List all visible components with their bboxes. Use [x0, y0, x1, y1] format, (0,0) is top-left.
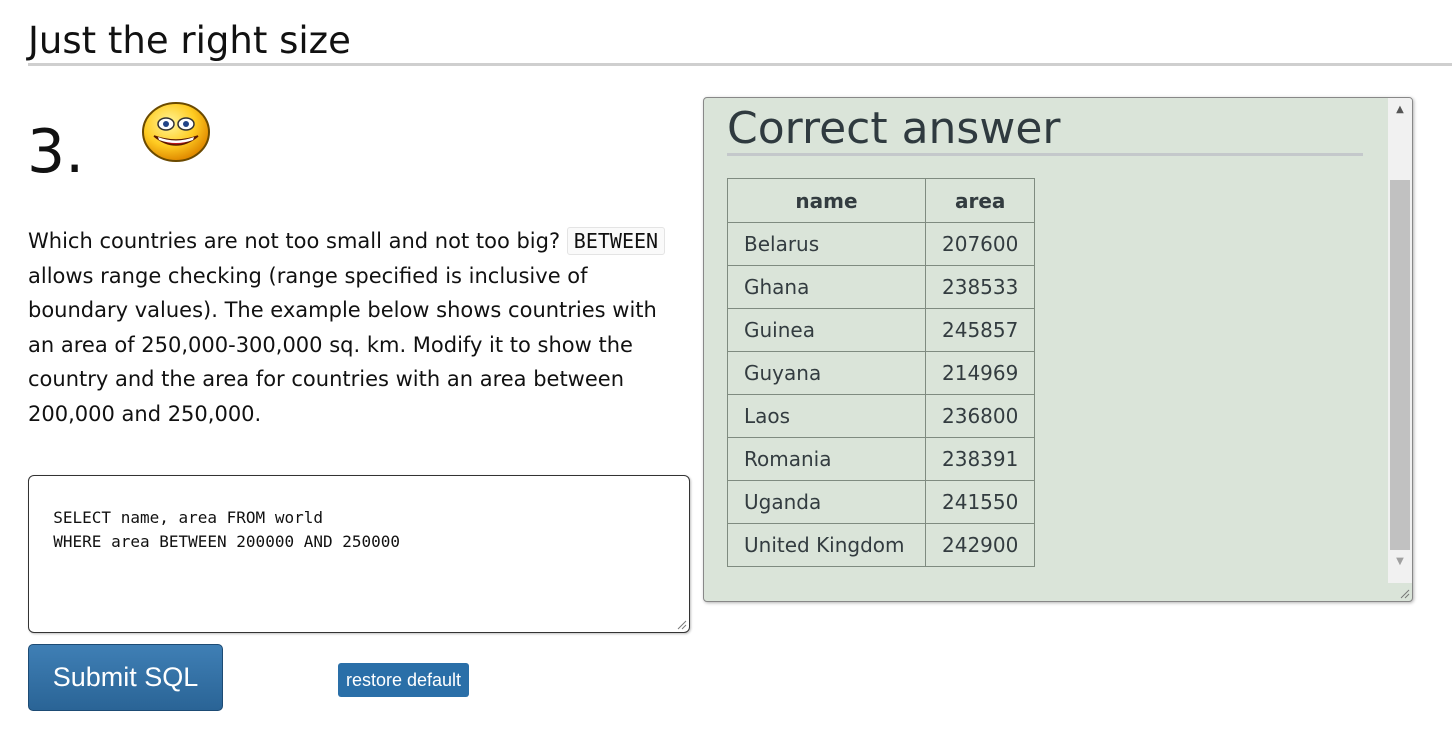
table-row: Belarus 207600 [727, 222, 1036, 266]
column-header-name: name [727, 178, 926, 223]
page-header: Just the right size [28, 16, 1452, 66]
cell-name: Guinea [727, 308, 926, 352]
answer-scrollbar[interactable]: ▲ ▼ [1388, 98, 1412, 583]
result-table: name area Belarus 207600 Ghana 238533 Gu… [727, 178, 1036, 567]
cell-name: Romania [727, 437, 926, 481]
table-header-row: name area [727, 178, 1036, 223]
sql-editor[interactable]: SELECT name, area FROM world WHERE area … [28, 475, 690, 633]
table-row: Guinea 245857 [727, 308, 1036, 352]
correct-answer-panel[interactable]: Correct answer name area Belarus 207600 … [703, 97, 1413, 602]
cell-name: Uganda [727, 480, 926, 524]
scroll-down-arrow-icon[interactable]: ▼ [1388, 550, 1412, 574]
submit-sql-button[interactable]: Submit SQL [28, 644, 223, 711]
cell-area: 236800 [924, 394, 1036, 438]
cell-area: 238391 [924, 437, 1036, 481]
table-row: Guyana 214969 [727, 351, 1036, 395]
question-text-details: allows range checking (range specified i… [28, 263, 657, 426]
column-header-area: area [924, 178, 1036, 223]
page-title: Just the right size [28, 19, 351, 62]
cell-area: 242900 [924, 523, 1036, 567]
cell-area: 241550 [924, 480, 1036, 524]
table-row: Uganda 241550 [727, 480, 1036, 524]
cell-area: 207600 [924, 222, 1036, 266]
answer-heading: Correct answer [727, 102, 1363, 156]
restore-default-button[interactable]: restore default [338, 663, 469, 697]
sql-editor-text: SELECT name, area FROM world WHERE area … [53, 508, 401, 551]
cell-name: Ghana [727, 265, 926, 309]
scroll-up-arrow-icon[interactable]: ▲ [1388, 98, 1412, 122]
table-row: Laos 236800 [727, 394, 1036, 438]
scrollbar-thumb[interactable] [1390, 180, 1410, 550]
between-keyword: BETWEEN [566, 227, 666, 255]
resize-grip-icon[interactable] [675, 618, 687, 630]
question-number: 3. [27, 117, 85, 187]
cell-name: United Kingdom [727, 523, 926, 567]
question-text: Which countries are not too small and no… [28, 224, 678, 431]
cell-area: 214969 [924, 351, 1036, 395]
cell-name: Guyana [727, 351, 926, 395]
table-row: Ghana 238533 [727, 265, 1036, 309]
answer-heading-text: Correct answer [727, 103, 1061, 154]
table-row: Romania 238391 [727, 437, 1036, 481]
cell-area: 245857 [924, 308, 1036, 352]
cell-name: Laos [727, 394, 926, 438]
question-text-intro: Which countries are not too small and no… [28, 229, 567, 253]
cell-area: 238533 [924, 265, 1036, 309]
resize-grip-icon[interactable] [1398, 587, 1410, 599]
cell-name: Belarus [727, 222, 926, 266]
table-row: United Kingdom 242900 [727, 523, 1036, 567]
smiley-icon [142, 102, 210, 162]
